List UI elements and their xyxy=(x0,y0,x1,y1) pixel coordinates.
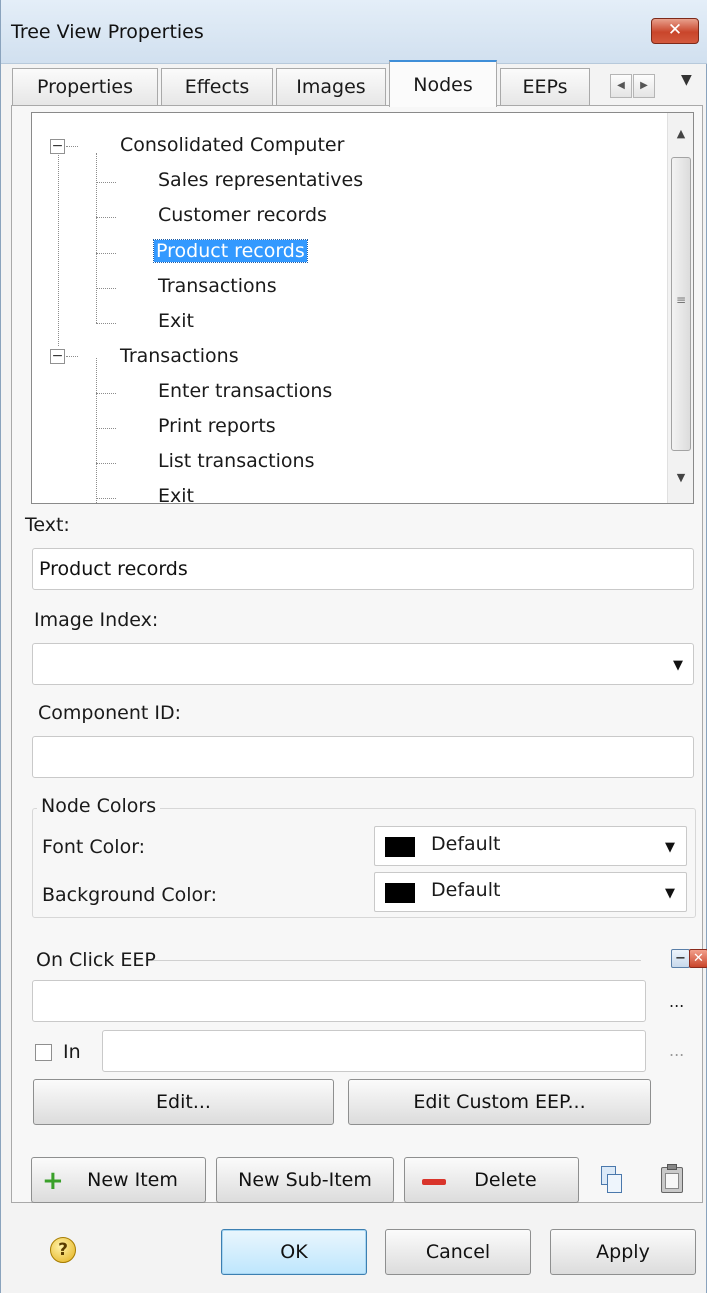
on-click-divider xyxy=(151,960,641,961)
tab-strip: Properties Effects Images Nodes EEPs ◀ ▶… xyxy=(1,60,707,107)
scroll-up-icon[interactable]: ▲ xyxy=(668,127,693,140)
tree-node-selected[interactable]: Product records xyxy=(153,234,308,268)
image-index-select[interactable] xyxy=(32,643,694,685)
tree-connector xyxy=(96,323,116,324)
chevron-down-icon[interactable]: ▼ xyxy=(665,886,675,901)
image-index-label: Image Index: xyxy=(34,609,159,631)
tree-node[interactable]: Exit xyxy=(158,479,194,503)
tab-nodes[interactable]: Nodes xyxy=(389,60,497,107)
ok-button[interactable]: OK xyxy=(221,1229,367,1275)
tree-node[interactable]: Transactions xyxy=(120,339,239,373)
node-colors-title: Node Colors xyxy=(37,795,161,817)
background-color-value: Default xyxy=(431,879,501,901)
eep-browse-button[interactable]: ... xyxy=(669,992,684,1011)
paste-icon[interactable] xyxy=(661,1164,685,1194)
chevron-down-icon[interactable]: ▼ xyxy=(665,840,675,855)
tree-connector xyxy=(66,356,78,357)
background-color-label: Background Color: xyxy=(42,884,218,906)
font-color-swatch xyxy=(385,837,415,857)
title-bar: Tree View Properties ✕ xyxy=(1,0,707,64)
delete-label: Delete xyxy=(474,1169,537,1191)
minus-icon xyxy=(422,1179,446,1185)
window-title: Tree View Properties xyxy=(11,21,204,43)
chevron-left-icon[interactable]: ◀ xyxy=(610,74,632,98)
close-button[interactable]: ✕ xyxy=(651,18,699,44)
tree-node[interactable]: Customer records xyxy=(158,198,327,232)
font-color-label: Font Color: xyxy=(42,836,146,858)
on-click-eep-title: On Click EEP xyxy=(36,949,156,971)
text-input[interactable]: Product records xyxy=(32,548,694,590)
minimize-icon[interactable]: − xyxy=(671,949,690,968)
font-color-value: Default xyxy=(431,833,501,855)
tree-connector xyxy=(96,428,116,429)
chevron-right-icon[interactable]: ▶ xyxy=(633,74,655,98)
tree-node[interactable]: Consolidated Computer xyxy=(120,128,344,162)
delete-button[interactable]: Delete xyxy=(404,1157,579,1203)
collapse-icon[interactable]: − xyxy=(50,139,65,154)
tree-connector xyxy=(96,393,116,394)
tree-connector xyxy=(58,147,59,346)
new-item-button[interactable]: + New Item xyxy=(31,1157,206,1203)
new-item-label: New Item xyxy=(87,1169,178,1191)
chevron-down-icon[interactable]: ▼ xyxy=(673,658,683,673)
plus-icon: + xyxy=(42,1166,64,1196)
grip-icon: ≡ xyxy=(675,293,687,307)
edit-custom-eep-button[interactable]: Edit Custom EEP... xyxy=(348,1079,651,1125)
tree-connector xyxy=(96,217,116,218)
in-input[interactable] xyxy=(102,1030,646,1072)
tree-node[interactable]: Sales representatives xyxy=(158,163,363,197)
tree-connector xyxy=(96,182,116,183)
background-color-select[interactable] xyxy=(374,872,687,912)
tree-connector xyxy=(96,358,97,503)
remove-icon[interactable]: ✕ xyxy=(689,949,707,968)
tree-connector xyxy=(96,288,116,289)
tree-view[interactable]: − Consolidated Computer Sales representa… xyxy=(31,112,694,504)
edit-button[interactable]: Edit... xyxy=(33,1079,334,1125)
on-click-eep-input[interactable] xyxy=(32,980,646,1022)
in-checkbox[interactable] xyxy=(35,1044,52,1061)
scroll-down-icon[interactable]: ▼ xyxy=(668,471,693,484)
tree-connector xyxy=(96,498,116,499)
tree-connector xyxy=(96,463,116,464)
tab-images[interactable]: Images xyxy=(276,68,386,106)
apply-button[interactable]: Apply xyxy=(550,1229,696,1275)
tab-properties[interactable]: Properties xyxy=(12,68,158,106)
new-sub-item-button[interactable]: New Sub-Item xyxy=(216,1157,394,1203)
tree-connector xyxy=(96,153,97,323)
in-label: In xyxy=(63,1041,81,1063)
tree-node[interactable]: Enter transactions xyxy=(158,374,332,408)
help-icon[interactable]: ? xyxy=(50,1237,76,1263)
tab-eeps[interactable]: EEPs xyxy=(500,68,590,106)
font-color-select[interactable] xyxy=(374,826,687,866)
in-browse-button[interactable]: ... xyxy=(669,1041,684,1060)
tree-scrollbar[interactable]: ▲ ≡ ▼ xyxy=(667,113,693,503)
tree-connector xyxy=(96,253,116,254)
copy-icon[interactable] xyxy=(601,1166,623,1194)
text-label: Text: xyxy=(25,514,70,536)
tree-node[interactable]: Exit xyxy=(158,304,194,338)
component-id-input[interactable] xyxy=(32,736,694,778)
collapse-icon[interactable]: − xyxy=(50,349,65,364)
cancel-button[interactable]: Cancel xyxy=(385,1229,531,1275)
component-id-label: Component ID: xyxy=(38,702,181,724)
tree-node[interactable]: Print reports xyxy=(158,409,276,443)
tree-view-properties-dialog: Tree View Properties ✕ Properties Effect… xyxy=(0,0,707,1293)
background-color-swatch xyxy=(385,883,415,903)
tree-connector xyxy=(66,146,78,147)
tree-node[interactable]: Transactions xyxy=(158,269,277,303)
tree-node[interactable]: List transactions xyxy=(158,444,314,478)
dropdown-arrow-icon[interactable]: ▼ xyxy=(681,72,692,88)
tab-effects[interactable]: Effects xyxy=(161,68,273,106)
